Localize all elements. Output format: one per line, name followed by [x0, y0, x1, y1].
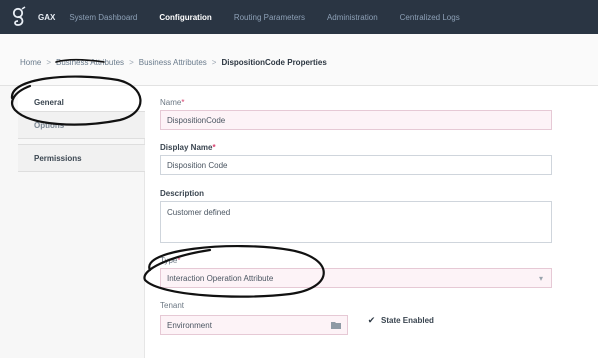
tab-administration[interactable]: Administration [327, 13, 378, 22]
breadcrumb-separator: > [129, 58, 134, 67]
breadcrumb-bar: Home > Business Attributes > Business At… [0, 34, 598, 86]
folder-icon[interactable] [331, 321, 341, 329]
tenant-label: Tenant [160, 301, 185, 310]
required-mark: * [177, 256, 181, 265]
left-panel: General Options Permissions [0, 86, 145, 358]
breadcrumb-business-attributes[interactable]: Business Attributes [56, 58, 124, 67]
breadcrumb-separator: > [211, 58, 217, 67]
type-select[interactable]: Interaction Operation Attribute ▾ [160, 268, 552, 288]
tab-centralized-logs[interactable]: Centralized Logs [400, 13, 460, 22]
breadcrumb-separator: > [46, 58, 52, 67]
name-label-text: Name [160, 98, 182, 107]
required-mark: * [212, 143, 216, 152]
display-name-field[interactable]: Disposition Code [160, 155, 552, 175]
sidebar-item-permissions[interactable]: Permissions [18, 144, 145, 172]
genesys-logo-icon[interactable] [12, 6, 28, 28]
breadcrumb-home[interactable]: Home [20, 58, 41, 67]
name-field[interactable]: DispositionCode [160, 110, 552, 130]
top-navigation-bar: GAX System Dashboard Configuration Routi… [0, 0, 598, 34]
name-label: Name* [160, 98, 184, 107]
description-label: Description [160, 189, 205, 198]
tab-routing-parameters[interactable]: Routing Parameters [234, 13, 305, 22]
tenant-field-value: Environment [167, 320, 212, 330]
tab-configuration[interactable]: Configuration [159, 13, 211, 22]
chevron-down-icon[interactable]: ▾ [539, 274, 543, 283]
type-label-text: Type [160, 256, 178, 265]
breadcrumb: Home > Business Attributes > Business At… [20, 58, 327, 67]
breadcrumb-current: DispositionCode Properties [221, 58, 327, 67]
tab-system-dashboard[interactable]: System Dashboard [69, 13, 137, 22]
type-label: Type* [160, 256, 180, 265]
sidebar-item-options[interactable]: Options [18, 111, 145, 139]
breadcrumb-business-attributes-list[interactable]: Business Attributes [139, 58, 207, 67]
state-enabled-label: State Enabled [381, 316, 434, 325]
tenant-field[interactable]: Environment [160, 315, 348, 335]
display-name-label-text: Display Name [160, 143, 213, 152]
state-enabled-checkbox[interactable]: ✔ [367, 315, 376, 325]
display-name-label: Display Name* [160, 143, 216, 152]
description-textarea[interactable]: Customer defined [160, 201, 552, 243]
app-name: GAX [38, 12, 56, 22]
type-select-value: Interaction Operation Attribute [167, 273, 274, 283]
nav-tabs: System Dashboard Configuration Routing P… [69, 0, 481, 34]
required-mark: * [181, 98, 185, 107]
